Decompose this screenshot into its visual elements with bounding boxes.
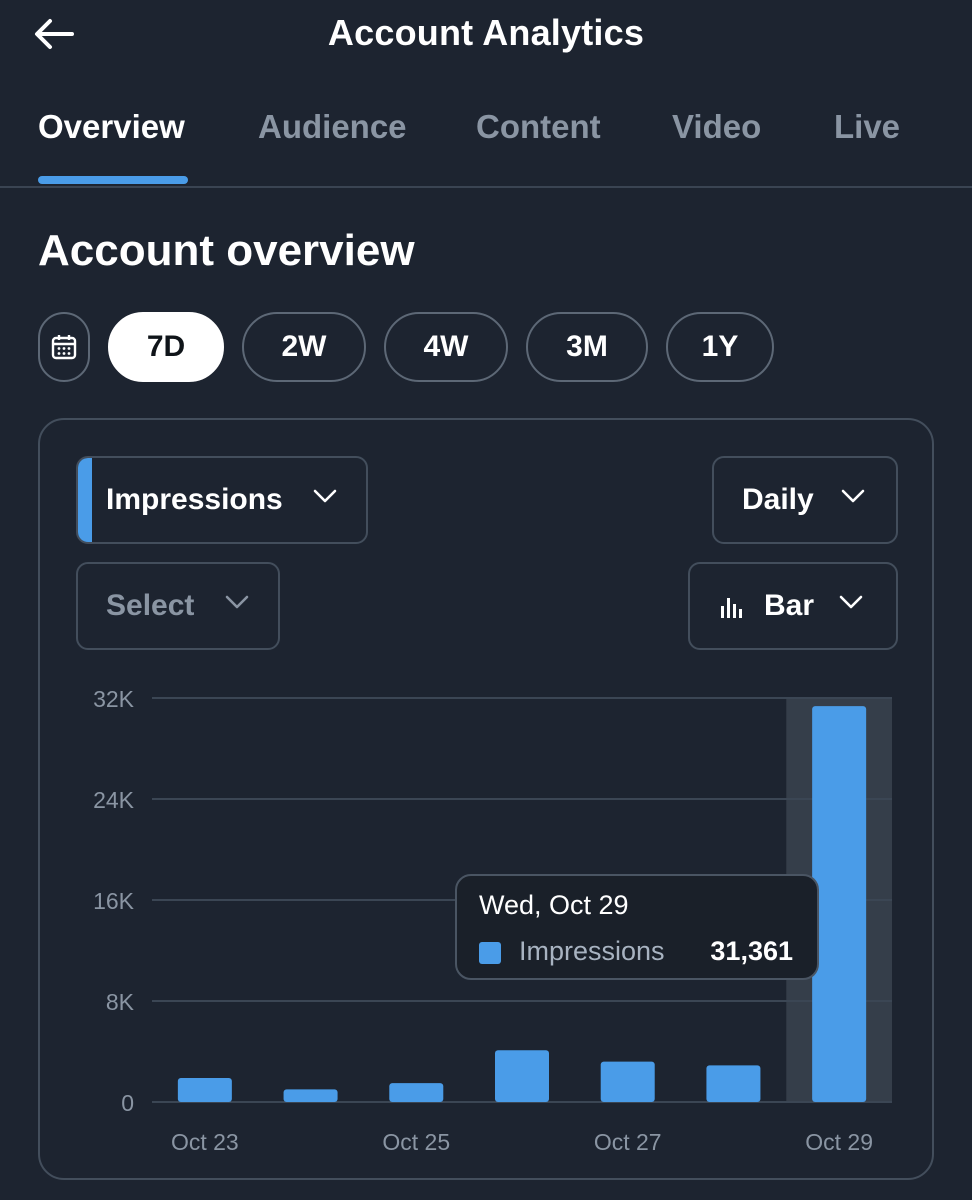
tab-live[interactable]: Live: [834, 108, 900, 146]
bar-oct-24: [283, 1089, 338, 1102]
x-tick-label: Oct 23: [171, 1129, 239, 1155]
range-2w-button[interactable]: 2W: [242, 312, 366, 382]
tab-bar: Overview Audience Content Video Live: [0, 100, 972, 188]
top-bar: Account Analytics: [0, 0, 972, 70]
tab-content[interactable]: Content: [476, 108, 601, 146]
tab-overview[interactable]: Overview: [38, 108, 185, 146]
section-title: Account overview: [38, 226, 415, 275]
y-tick-label: 8K: [106, 989, 135, 1015]
x-tick-label: Oct 27: [594, 1129, 662, 1155]
tooltip-series-label: Impressions: [519, 936, 665, 966]
range-1y-button[interactable]: 1Y: [666, 312, 774, 382]
bar-oct-23: [177, 1078, 232, 1102]
tooltip-value: 31,361: [710, 936, 793, 966]
bar-oct-25: [389, 1083, 444, 1102]
tooltip-series-swatch: [479, 942, 501, 964]
bar-oct-29: [812, 706, 867, 1102]
tab-video[interactable]: Video: [672, 108, 761, 146]
calendar-button[interactable]: [38, 312, 90, 382]
range-3m-button[interactable]: 3M: [526, 312, 648, 382]
page-title: Account Analytics: [327, 12, 645, 53]
tooltip-date: Wed, Oct 29: [479, 890, 629, 920]
calendar-icon: [51, 335, 77, 360]
bar-oct-27: [600, 1061, 655, 1102]
active-tab-indicator: [38, 176, 188, 184]
chart-card: Impressions Daily Select Bar 0 8K 16K 24K 32…: [38, 418, 934, 1180]
bar-oct-28: [706, 1065, 761, 1102]
x-tick-label: Oct 29: [805, 1129, 873, 1155]
chart-tooltip: Wed, Oct 29 Impressions 31,361: [455, 874, 819, 980]
y-tick-label: 24K: [93, 787, 135, 813]
range-4w-button[interactable]: 4W: [384, 312, 508, 382]
y-tick-label: 16K: [93, 888, 135, 914]
y-tick-label: 0: [121, 1090, 134, 1116]
bar-oct-26: [495, 1050, 549, 1102]
tab-audience[interactable]: Audience: [258, 108, 407, 146]
x-tick-label: Oct 25: [382, 1129, 450, 1155]
range-7d-button[interactable]: 7D: [108, 312, 224, 382]
y-tick-label: 32K: [93, 686, 135, 712]
impressions-bar-chart: 0 8K 16K 24K 32K Oct 23 Oct 25 Oct 27 Oct 29: [93, 686, 892, 1155]
